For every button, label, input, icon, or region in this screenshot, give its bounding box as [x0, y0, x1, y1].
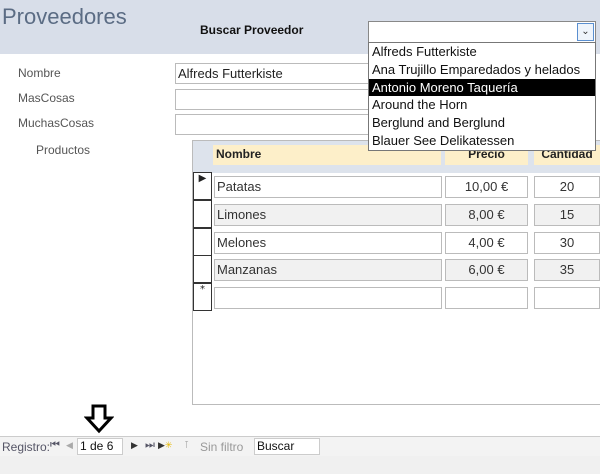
dropdown-option[interactable]: Ana Trujillo Emparedados y helados	[369, 61, 595, 79]
dropdown-option[interactable]: Berglund and Berglund	[369, 114, 595, 132]
record-selector[interactable]	[193, 228, 212, 256]
filter-icon: ⊺	[184, 440, 190, 451]
search-dropdown-list: Alfreds Futterkiste Ana Trujillo Empared…	[368, 42, 596, 151]
filter-toggle[interactable]: Sin filtro	[200, 440, 243, 454]
search-combobox[interactable]: ⌄	[368, 21, 596, 43]
new-row-nombre[interactable]	[214, 287, 442, 309]
dropdown-option[interactable]: Around the Horn	[369, 96, 595, 114]
new-record-icon[interactable]: ▶✳	[158, 440, 172, 451]
mascosas-field[interactable]	[175, 89, 375, 110]
cell-cantidad[interactable]: 35	[534, 259, 600, 281]
cell-cantidad[interactable]: 20	[534, 176, 600, 198]
record-navigation-bar: Registro: ⏮ ◀ 1 de 6 ▶ ⏭ ▶✳ ⊺ Sin filtro…	[0, 436, 600, 456]
chevron-down-icon[interactable]: ⌄	[577, 23, 594, 41]
last-record-icon[interactable]: ⏭	[145, 439, 155, 452]
label-nombre: Nombre	[18, 66, 61, 80]
muchascosas-field[interactable]	[175, 114, 375, 135]
nombre-field[interactable]: Alfreds Futterkiste	[175, 63, 375, 84]
search-box[interactable]: Buscar	[254, 438, 320, 455]
label-mascosas: MasCosas	[18, 91, 75, 105]
search-label: Buscar Proveedor	[200, 23, 304, 37]
record-selector[interactable]	[193, 255, 212, 283]
arrow-down-icon	[84, 404, 114, 434]
first-record-icon[interactable]: ⏮	[50, 439, 60, 452]
cell-precio[interactable]: 6,00 €	[445, 259, 528, 281]
cell-nombre[interactable]: Melones	[214, 232, 442, 254]
label-muchascosas: MuchasCosas	[18, 116, 95, 130]
record-selector[interactable]: ▶	[193, 172, 212, 200]
cell-cantidad[interactable]: 30	[534, 232, 600, 254]
current-record-field[interactable]: 1 de 6	[77, 438, 123, 455]
record-selector[interactable]: *	[193, 283, 212, 311]
dropdown-option[interactable]: Blauer See Delikatessen	[369, 132, 595, 150]
cell-nombre[interactable]: Limones	[214, 204, 442, 226]
previous-record-icon[interactable]: ◀	[66, 440, 73, 451]
record-label: Registro:	[2, 440, 51, 454]
cell-nombre[interactable]: Patatas	[214, 176, 442, 198]
cell-nombre[interactable]: Manzanas	[214, 259, 442, 281]
new-row-cantidad[interactable]	[534, 287, 600, 309]
new-row-precio[interactable]	[445, 287, 528, 309]
next-record-icon[interactable]: ▶	[131, 440, 138, 451]
status-bar	[0, 456, 600, 474]
dropdown-option[interactable]: Alfreds Futterkiste	[369, 43, 595, 61]
cell-precio[interactable]: 4,00 €	[445, 232, 528, 254]
label-productos: Productos	[36, 143, 91, 157]
record-selector[interactable]	[193, 200, 212, 228]
dropdown-option-selected[interactable]: Antonio Moreno Taquería	[369, 78, 595, 97]
form-title: Proveedores	[2, 4, 127, 29]
cell-precio[interactable]: 10,00 €	[445, 176, 528, 198]
cell-precio[interactable]: 8,00 €	[445, 204, 528, 226]
cell-cantidad[interactable]: 15	[534, 204, 600, 226]
